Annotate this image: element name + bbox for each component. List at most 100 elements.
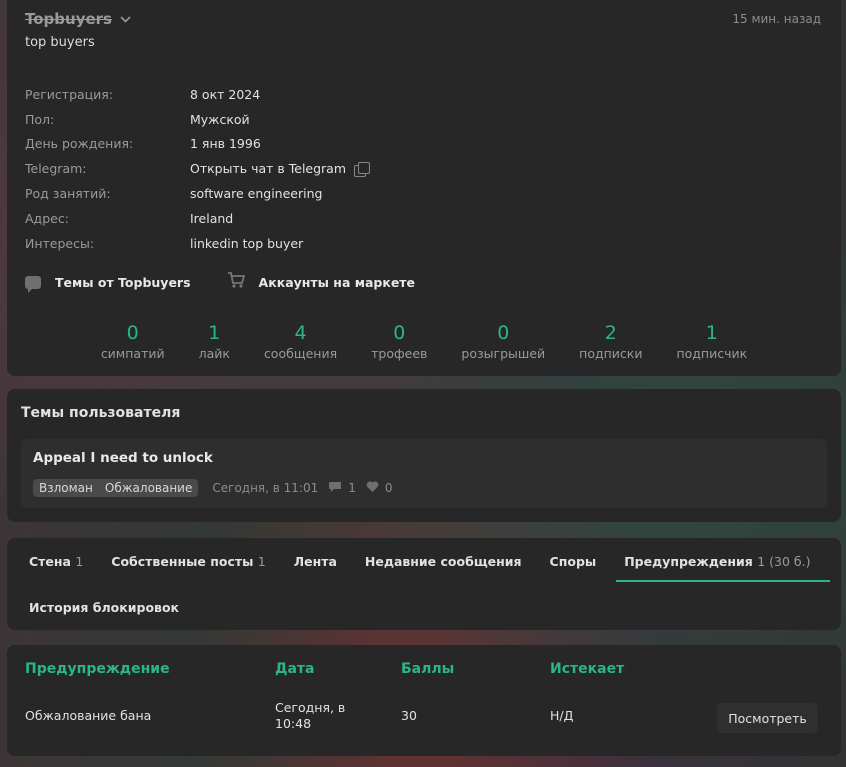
info-label: Интересы: (25, 235, 95, 251)
profile-tabs: Стена 1 Собственные посты 1 Лента Недавн… (7, 538, 841, 630)
thread-meta: Взломан Обжалование Сегодня, в 11:01 1 0 (33, 479, 393, 497)
last-seen: 15 мин. назад (732, 12, 821, 26)
column-header-expires: Истекает (550, 661, 625, 677)
comment-count: 1 (348, 481, 356, 495)
column-header-warning: Предупреждение (25, 661, 170, 677)
stat-caption: розыгрышей (461, 346, 546, 361)
stat-number: 1 (208, 322, 221, 344)
tab-label: Стена (29, 554, 71, 569)
tab-label: Предупреждения (624, 554, 753, 569)
stat-caption: сообщения (263, 346, 338, 361)
chevron-down-icon[interactable] (120, 13, 131, 26)
profile-card: Topbuyers 15 мин. назад top buyers Регис… (7, 0, 841, 376)
date-line: Сегодня, в (275, 700, 346, 715)
tab-warnings[interactable]: Предупреждения 1 (30 б.) (616, 554, 831, 582)
stat-number: 2 (604, 322, 617, 344)
cart-icon (227, 272, 245, 292)
stat-number: 0 (497, 322, 510, 344)
stat-likes-received[interactable]: 0 симпатий (84, 322, 182, 361)
user-topics-card: Темы пользователя Appeal I need to unloc… (7, 389, 841, 522)
profile-links: Темы от Topbuyers Аккаунты на маркете (25, 272, 415, 293)
tab-count: 1 (30 б.) (757, 554, 811, 569)
username-dropdown[interactable]: Topbuyers (25, 10, 131, 28)
warnings-table: Предупреждение Дата Баллы Истекает Обжал… (7, 645, 841, 756)
info-value: Ireland (190, 210, 234, 226)
tab-feed[interactable]: Лента (294, 554, 337, 582)
stat-giveaways[interactable]: 0 розыгрышей (444, 322, 562, 361)
stat-likes[interactable]: 1 лайк (182, 322, 247, 361)
profile-stats: 0 симпатий 1 лайк 4 сообщения 0 трофеев … (7, 322, 841, 361)
info-value: linkedin top buyer (190, 235, 304, 251)
info-row-gender: Пол: Мужской (25, 107, 725, 132)
date-cell: Сегодня, в 10:48 (275, 700, 345, 732)
chat-bubble-icon (25, 275, 41, 293)
stat-number: 1 (705, 322, 718, 344)
thread-time: Сегодня, в 11:01 (212, 481, 319, 495)
column-header-date: Дата (275, 661, 315, 677)
stat-caption: подписчик (676, 346, 748, 361)
stat-number: 0 (393, 322, 406, 344)
stat-caption: подписки (579, 346, 643, 361)
heart-icon (366, 481, 379, 496)
tab-own-posts[interactable]: Собственные посты 1 (111, 554, 265, 582)
info-value: Мужской (190, 111, 250, 127)
stat-followers[interactable]: 1 подписчик (659, 322, 764, 361)
info-row-address: Адрес: Ireland (25, 206, 725, 231)
thread-item[interactable]: Appeal I need to unlock Взломан Обжалова… (21, 439, 827, 508)
info-label: Пол: (25, 111, 55, 127)
tab-label: Собственные посты (111, 554, 254, 569)
stat-trophies[interactable]: 0 трофеев (354, 322, 444, 361)
tab-label: Споры (549, 554, 597, 569)
info-label: Регистрация: (25, 86, 114, 102)
points-cell: 30 (401, 708, 417, 723)
info-row-interests: Интересы: linkedin top buyer (25, 231, 725, 256)
username[interactable]: Topbuyers (25, 10, 112, 28)
user-topics-label[interactable]: Темы от Topbuyers (55, 275, 191, 290)
column-header-points: Баллы (401, 661, 455, 677)
stat-messages[interactable]: 4 сообщения (247, 322, 354, 361)
info-label: Telegram: (25, 161, 87, 177)
tab-count: 1 (257, 554, 266, 569)
comment-icon (328, 481, 342, 496)
profile-info: Регистрация: 8 окт 2024 Пол: Мужской Ден… (25, 82, 725, 256)
info-label: Род занятий: (25, 186, 111, 202)
thread-title[interactable]: Appeal I need to unlock (33, 450, 213, 466)
tag-appeal[interactable]: Обжалование (105, 481, 192, 495)
stat-number: 4 (294, 322, 307, 344)
info-label: День рождения: (25, 136, 134, 152)
info-row-birthday: День рождения: 1 янв 1996 (25, 132, 725, 157)
market-accounts-label[interactable]: Аккаунты на маркете (259, 275, 415, 290)
info-row-registration: Регистрация: 8 окт 2024 (25, 82, 725, 107)
tab-label: Недавние сообщения (364, 554, 522, 569)
info-value: 1 янв 1996 (190, 136, 261, 152)
telegram-chat-link[interactable]: Открыть чат в Telegram (190, 161, 346, 176)
tab-disputes[interactable]: Споры (550, 554, 597, 582)
stat-following[interactable]: 2 подписки (562, 322, 659, 361)
tab-wall[interactable]: Стена 1 (29, 554, 83, 582)
tag-hacked[interactable]: Взломан (39, 481, 93, 495)
user-topics-link[interactable]: Темы от Topbuyers (25, 272, 191, 293)
view-warning-button[interactable]: Посмотреть (717, 703, 818, 733)
telegram-value: Открыть чат в Telegram (190, 161, 371, 178)
tab-row: Стена 1 Собственные посты 1 Лента Недавн… (29, 554, 831, 582)
info-row-occupation: Род занятий: software engineering (25, 181, 725, 206)
section-title: Темы пользователя (21, 405, 181, 421)
like-count: 0 (384, 481, 393, 495)
copy-icon[interactable] (354, 162, 371, 178)
tab-recent-messages[interactable]: Недавние сообщения (365, 554, 522, 582)
user-title: top buyers (25, 35, 95, 50)
market-accounts-link[interactable]: Аккаунты на маркете (227, 272, 415, 292)
stat-caption: трофеев (371, 346, 428, 361)
tab-row: История блокировок (29, 600, 179, 628)
stat-caption: симпатий (100, 346, 165, 361)
stat-number: 0 (126, 322, 139, 344)
date-line: 10:48 (275, 716, 312, 731)
tab-ban-history[interactable]: История блокировок (29, 600, 179, 628)
warning-cell: Обжалование бана (25, 708, 152, 723)
info-value: 8 окт 2024 (190, 86, 261, 102)
tab-count: 1 (75, 554, 84, 569)
tab-label: История блокировок (29, 600, 180, 615)
info-value: software engineering (190, 186, 323, 202)
thread-tags: Взломан Обжалование (33, 479, 199, 497)
info-label: Адрес: (25, 210, 69, 226)
